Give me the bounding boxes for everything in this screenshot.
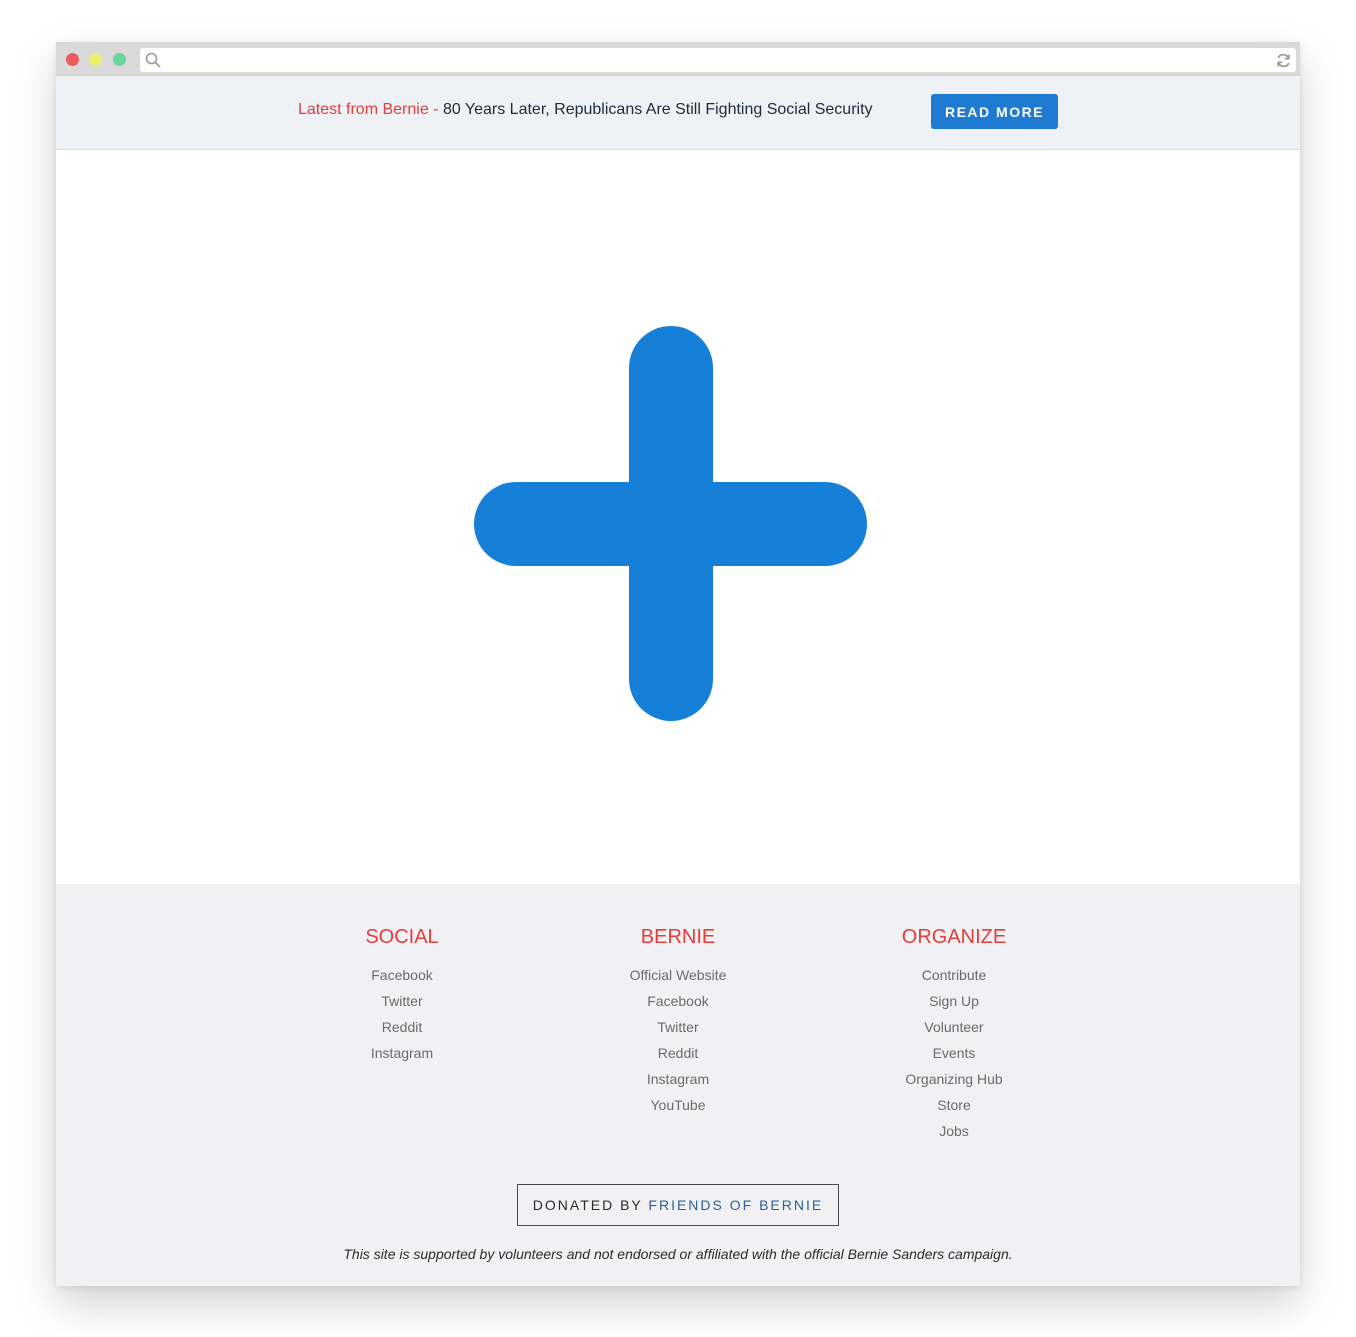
donated-by-label: DONATED BY [532,1197,649,1213]
footer-link[interactable]: Twitter [292,988,512,1014]
close-window-dot[interactable] [66,53,79,66]
footer-heading-bernie: BERNIE [640,926,716,948]
reload-icon[interactable] [1275,52,1292,69]
footer-link[interactable]: YouTube [568,1092,788,1118]
hero-section [56,150,1300,884]
footer-link[interactable]: Instagram [568,1066,788,1092]
footer-link[interactable]: Organizing Hub [844,1066,1064,1092]
friends-of-bernie-link[interactable]: FRIENDS OF BERNIE [648,1197,823,1213]
announcement-prefix: Latest from Bernie - [298,101,443,118]
footer-heading-social: SOCIAL [365,926,439,948]
footer-link[interactable]: Reddit [292,1014,512,1040]
browser-window: Latest from Bernie - 80 Years Later, Rep… [56,42,1300,1286]
read-more-button[interactable]: READ MORE [931,94,1058,129]
footer-link[interactable]: Jobs [844,1118,1064,1144]
footer-link[interactable]: Events [844,1040,1064,1066]
minimize-window-dot[interactable] [89,53,102,66]
disclaimer-text: This site is supported by volunteers and… [343,1246,1013,1262]
footer-column-organize: ORGANIZE Contribute Sign Up Volunteer Ev… [844,924,1064,1144]
search-icon [145,52,161,68]
footer-link[interactable]: Reddit [568,1040,788,1066]
footer-heading-organize: ORGANIZE [901,926,1007,948]
footer-link[interactable]: Official Website [568,962,788,988]
footer-column-bernie: BERNIE Official Website Facebook Twitter… [568,924,788,1118]
footer-link[interactable]: Instagram [292,1040,512,1066]
plus-icon [474,326,867,721]
footer-link[interactable]: Sign Up [844,988,1064,1014]
footer-link[interactable]: Volunteer [844,1014,1064,1040]
announcement-bar: Latest from Bernie - 80 Years Later, Rep… [56,76,1300,150]
footer-link[interactable]: Store [844,1092,1064,1118]
announcement-headline[interactable]: 80 Years Later, Republicans Are Still Fi… [443,101,873,118]
footer-link[interactable]: Contribute [844,962,1064,988]
donated-by-badge[interactable]: DONATED BY FRIENDS OF BERNIE [517,1184,839,1226]
footer-column-social: SOCIAL Facebook Twitter Reddit Instagram [292,924,512,1066]
browser-chrome [56,42,1300,76]
footer: SOCIAL Facebook Twitter Reddit Instagram… [56,884,1300,1286]
address-bar[interactable] [140,48,1296,72]
announcement-text[interactable]: Latest from Bernie - 80 Years Later, Rep… [298,101,873,119]
footer-link[interactable]: Facebook [292,962,512,988]
footer-link[interactable]: Twitter [568,1014,788,1040]
maximize-window-dot[interactable] [113,53,126,66]
footer-link[interactable]: Facebook [568,988,788,1014]
